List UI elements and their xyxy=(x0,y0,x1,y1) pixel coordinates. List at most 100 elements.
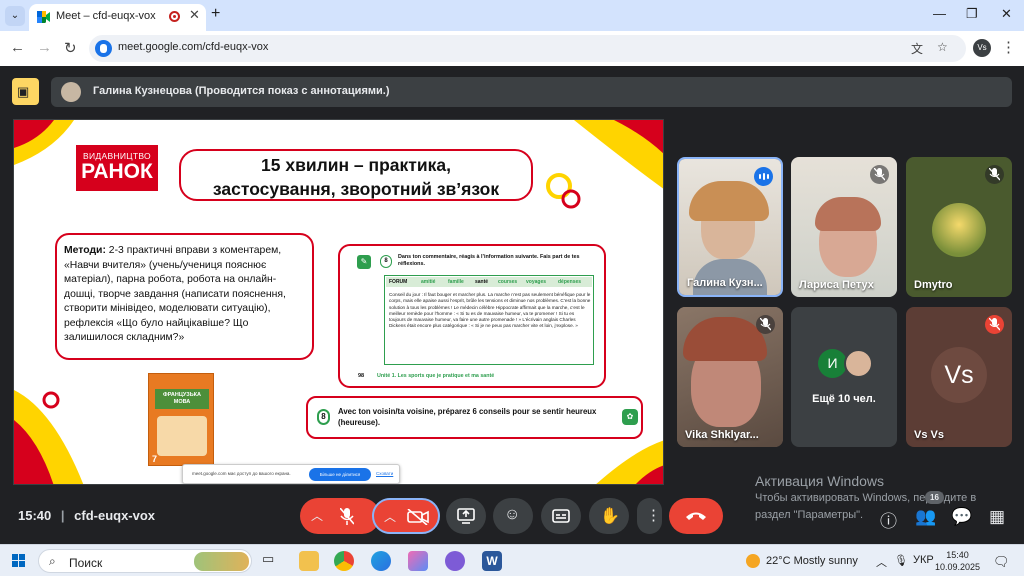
viber-icon[interactable] xyxy=(445,551,465,571)
mic-muted-icon xyxy=(985,165,1004,184)
reload-icon[interactable]: ↻ xyxy=(64,39,77,57)
tray-chevron-icon[interactable]: ︿ xyxy=(876,554,887,570)
presentation-off-icon: ▣ xyxy=(17,84,30,99)
meeting-details-icon[interactable]: ⓘ xyxy=(880,507,897,532)
site-info-icon[interactable] xyxy=(95,40,112,57)
captions-button[interactable] xyxy=(541,498,581,534)
taskbar-search-label: Поиск xyxy=(69,556,103,570)
bookmark-star-icon[interactable]: ☆ xyxy=(937,40,948,54)
windows-taskbar: ⌕ Поиск ▭ W 22°C Mostly sunny ︿ 🎙 УКР 15… xyxy=(0,544,1024,576)
minimize-icon[interactable]: — xyxy=(933,6,946,21)
forum-box: FORUM amitié famille santé courses voyag… xyxy=(384,275,594,365)
word-icon[interactable]: W xyxy=(482,551,502,571)
pair-work-icon: ✿ xyxy=(622,409,638,425)
meeting-info: 15:40 | cfd-euqx-vox xyxy=(18,508,156,523)
forward-arrow-icon[interactable]: → xyxy=(37,39,52,56)
forum-text: Conseil du jour : Il faut bouger et marc… xyxy=(389,292,591,329)
participant-tile[interactable]: Vika Shklyar... xyxy=(677,307,783,447)
tray-mic-icon[interactable]: 🎙 xyxy=(894,554,908,567)
methods-label: Методи: xyxy=(64,245,106,256)
meet-favicon-icon xyxy=(37,11,50,23)
forum-tab: santé xyxy=(475,279,489,285)
mic-muted-icon xyxy=(985,315,1004,334)
copilot-icon[interactable] xyxy=(408,551,428,571)
forum-tab: famille xyxy=(448,279,464,285)
hand-icon: ✋ xyxy=(600,508,620,525)
mic-off-icon[interactable] xyxy=(340,508,354,525)
video-options-chevron-icon[interactable]: ︿ xyxy=(384,508,396,525)
taskbar-search[interactable]: ⌕ Поиск xyxy=(38,549,252,573)
address-bar[interactable]: meet.google.com/cfd-euqx-vox 文 ☆ xyxy=(89,35,966,62)
reactions-button[interactable]: ☺ xyxy=(493,498,533,534)
back-arrow-icon[interactable]: ← xyxy=(10,39,25,56)
audio-options-chevron-icon[interactable]: ︿ xyxy=(311,507,323,524)
tab-close-icon[interactable]: ✕ xyxy=(189,7,200,23)
people-icon[interactable]: 👥 xyxy=(915,507,936,527)
slide-title-line1: 15 хвилин – практика, xyxy=(261,155,451,175)
browser-menu-icon[interactable]: ⋮ xyxy=(1001,38,1016,56)
file-explorer-icon[interactable] xyxy=(299,551,319,571)
camera-off-icon[interactable] xyxy=(407,509,429,525)
logo-small-text: ВИДАВНИЦТВО xyxy=(83,151,151,161)
chrome-icon[interactable] xyxy=(334,551,354,571)
translate-icon[interactable]: 文 xyxy=(911,40,923,57)
activities-grid-icon[interactable]: ▦ xyxy=(989,507,1005,527)
window-close-icon[interactable]: ✕ xyxy=(1001,6,1012,22)
participant-name: Vika Shklyar... xyxy=(685,429,759,441)
participant-photo-avatar xyxy=(844,349,873,378)
notifications-icon[interactable]: 🗨 xyxy=(993,554,1010,570)
task-text: Avec ton voisin/ta voisine, préparez 6 c… xyxy=(338,407,597,427)
more-options-button[interactable]: ⋮ xyxy=(637,498,662,534)
meeting-time: 15:40 xyxy=(18,508,52,523)
slide-title-line2: застосування, зворотний зв’язок xyxy=(212,179,500,199)
recording-indicator-icon xyxy=(169,11,180,22)
page-number: 98 xyxy=(358,373,365,379)
language-indicator[interactable]: УКР xyxy=(913,554,934,566)
hide-notice-link[interactable]: Сховати xyxy=(376,471,393,476)
present-button[interactable] xyxy=(446,498,486,534)
browser-tab-meet[interactable]: Meet – cfd-euqx-vox ✕ xyxy=(29,4,206,31)
stop-presenting-button[interactable]: ▣ xyxy=(12,78,39,105)
participant-initials-avatar: Vs xyxy=(931,347,987,403)
weather-sun-icon xyxy=(746,554,760,568)
profile-avatar[interactable]: Vs xyxy=(973,39,991,57)
new-tab-icon[interactable]: + xyxy=(211,5,220,23)
edge-icon[interactable] xyxy=(371,551,391,571)
forum-tab-bar: FORUM amitié famille santé courses voyag… xyxy=(386,277,592,287)
textbook-cover: ФРАНЦУЗЬКА МОВА 7 xyxy=(148,373,214,466)
presenter-banner: Галина Кузнецова (Проводится показ с анн… xyxy=(51,77,1012,107)
more-vert-icon: ⋮ xyxy=(646,507,661,524)
tab-search-icon[interactable]: ⌄ xyxy=(5,6,25,26)
exercise-instruction: Dans ton commentaire, réagis à l’informa… xyxy=(398,254,580,267)
participant-tile[interactable]: Vs Vs Vs xyxy=(906,307,1012,447)
forum-tab: amitié xyxy=(421,279,436,285)
presenter-banner-text: Галина Кузнецова (Проводится показ с анн… xyxy=(93,85,390,97)
participant-avatar xyxy=(932,203,986,257)
tab-title: Meet – cfd-euqx-vox xyxy=(56,10,156,22)
participant-tile[interactable]: Галина Кузн... xyxy=(677,157,783,297)
windows-start-icon[interactable] xyxy=(12,554,26,568)
stop-sharing-button[interactable]: Більше не ділитися xyxy=(309,468,371,481)
participants-count-badge: 16 xyxy=(925,491,944,504)
restore-icon[interactable]: ❐ xyxy=(966,6,978,22)
participant-tile[interactable]: Dmytro xyxy=(906,157,1012,297)
taskbar-clock[interactable]: 15:40 10.09.2025 xyxy=(935,549,980,573)
weather-text: 22°C Mostly sunny xyxy=(766,554,858,567)
task-view-icon[interactable]: ▭ xyxy=(262,551,282,571)
participant-name: Галина Кузн... xyxy=(687,277,763,289)
activation-title: Активация Windows xyxy=(755,473,885,489)
weather-widget[interactable]: 22°C Mostly sunny xyxy=(746,554,858,568)
forum-tab: dépenses xyxy=(558,279,582,285)
raise-hand-button[interactable]: ✋ xyxy=(589,498,629,534)
mic-muted-icon xyxy=(870,165,889,184)
taskbar-date: 10.09.2025 xyxy=(935,562,981,572)
chat-icon[interactable]: 💬 xyxy=(951,507,972,527)
camera-control-group: ︿ xyxy=(372,498,440,534)
more-participants-tile[interactable]: И Ещё 10 чел. xyxy=(791,307,897,447)
speaking-indicator-icon xyxy=(754,167,773,186)
participant-tile[interactable]: Лариса Петух xyxy=(791,157,897,297)
participant-hair xyxy=(815,197,881,231)
publisher-logo: ВИДАВНИЦТВО РАНОК xyxy=(76,145,158,191)
leave-call-button[interactable] xyxy=(669,498,723,534)
share-notice-text: meet.google.com має доступ до вашого екр… xyxy=(192,471,291,476)
